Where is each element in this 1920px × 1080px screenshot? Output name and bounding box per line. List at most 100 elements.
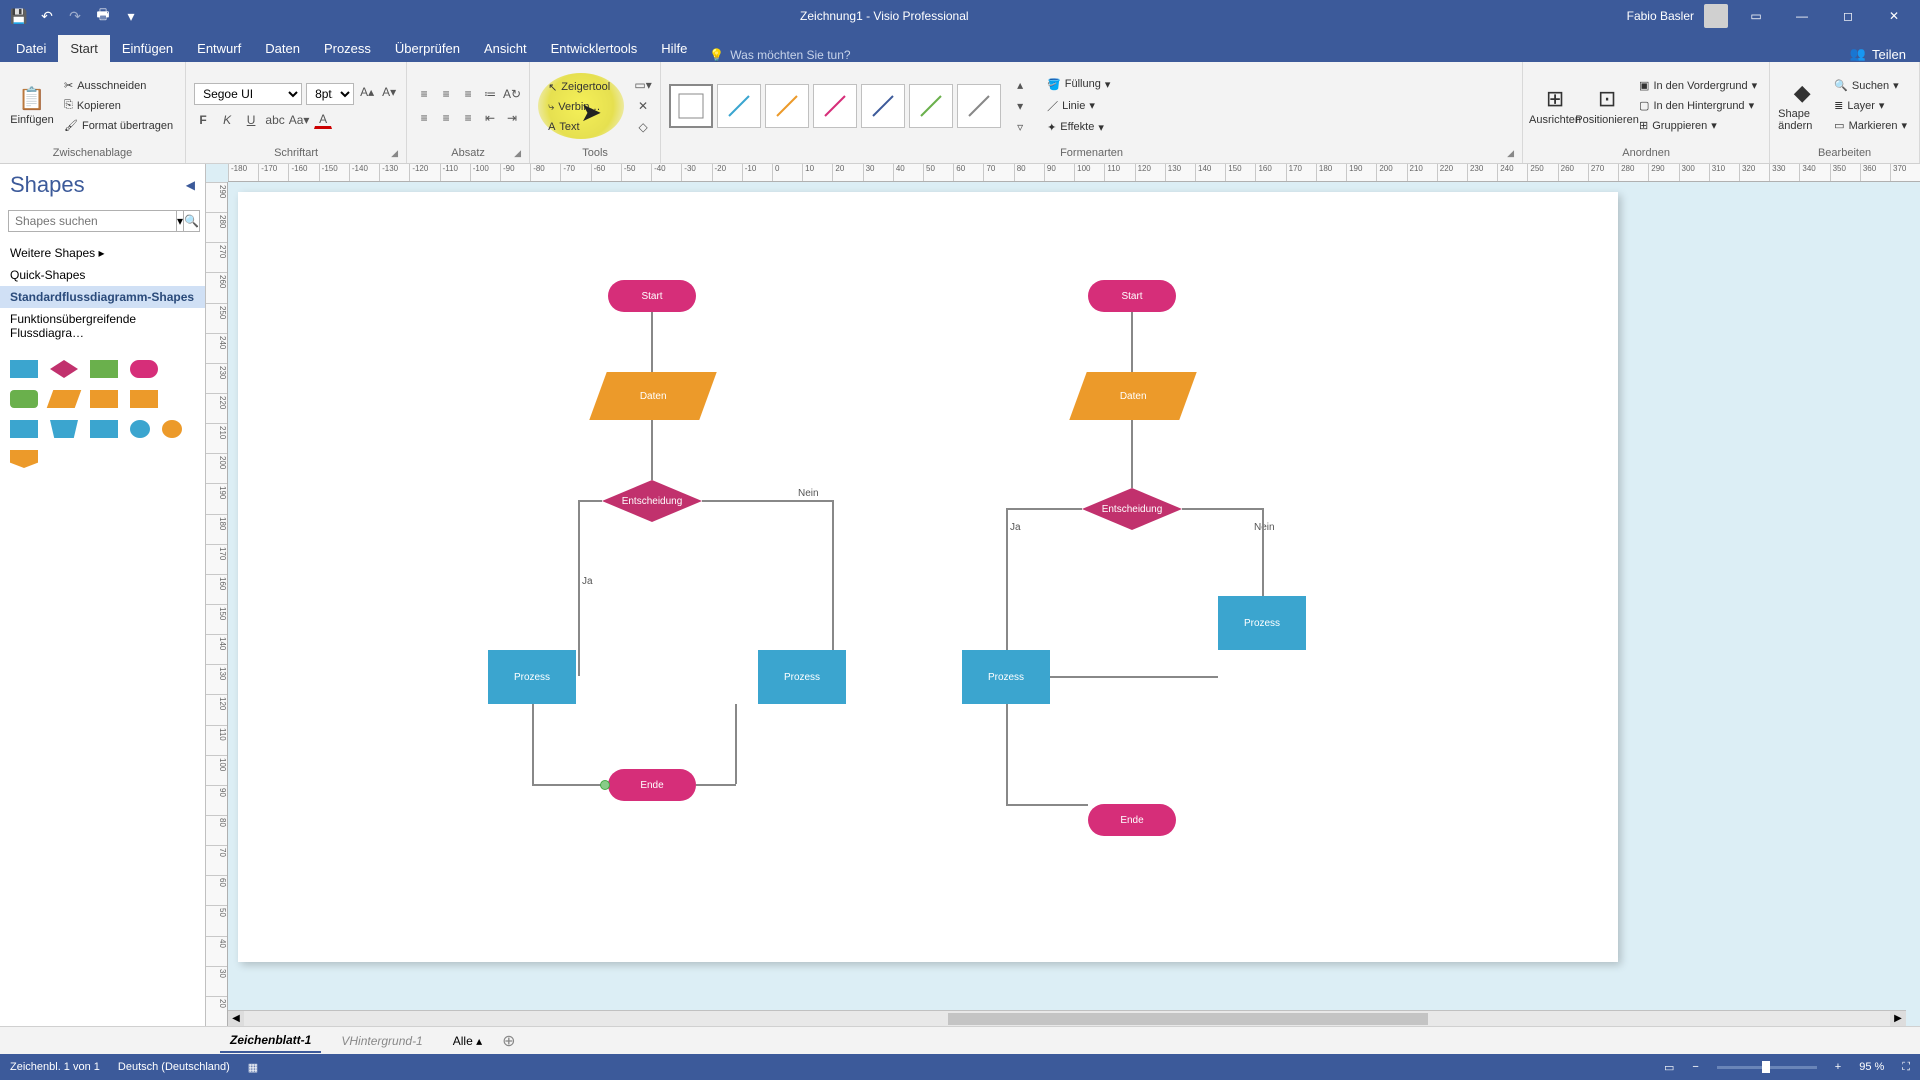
gallery-more-icon[interactable]: ▿	[1011, 118, 1029, 136]
undo-icon[interactable]: ↶	[36, 5, 58, 27]
tab-prozess[interactable]: Prozess	[312, 35, 383, 62]
bullets-icon[interactable]: ≔	[481, 85, 499, 103]
tab-datei[interactable]: Datei	[4, 35, 58, 62]
absatz-dialog-icon[interactable]: ◢	[514, 148, 521, 159]
stencil-decision[interactable]	[50, 360, 78, 378]
search-dropdown-icon[interactable]: ▾	[177, 210, 184, 232]
shape-decision-left[interactable]: Entscheidung	[602, 480, 702, 522]
freeform-tool-icon[interactable]: ◇	[634, 118, 652, 136]
stencil-terminator[interactable]	[130, 360, 158, 378]
stencil-database[interactable]	[90, 390, 118, 408]
font-color-icon[interactable]: A	[314, 111, 332, 129]
align-center-icon[interactable]: ≡	[437, 109, 455, 127]
strike-icon[interactable]: abc	[266, 111, 284, 129]
zoom-level[interactable]: 95 %	[1859, 1061, 1884, 1073]
page-tab-all[interactable]: Alle ▴	[443, 1030, 492, 1052]
find-button[interactable]: 🔍Suchen ▾	[1830, 77, 1911, 94]
select-button[interactable]: ▭Markieren ▾	[1830, 117, 1911, 134]
underline-icon[interactable]: U	[242, 111, 260, 129]
shape-process-left-right[interactable]: Prozess	[962, 650, 1050, 704]
shapes-search-input[interactable]	[8, 210, 177, 232]
case-icon[interactable]: Aa▾	[290, 111, 308, 129]
bring-forward-button[interactable]: ▣In den Vordergrund ▾	[1635, 77, 1761, 94]
presentation-mode-icon[interactable]: ▭	[1664, 1061, 1674, 1074]
align-button[interactable]: ⊞Ausrichten	[1531, 73, 1579, 139]
page-tab-1[interactable]: Zeichenblatt-1	[220, 1029, 321, 1053]
stencil-subprocess[interactable]	[90, 360, 118, 378]
increase-font-icon[interactable]: A▴	[358, 83, 376, 101]
gallery-down-icon[interactable]: ▾	[1011, 97, 1029, 115]
fill-button[interactable]: 🪣Füllung ▾	[1043, 76, 1114, 93]
tab-entwurf[interactable]: Entwurf	[185, 35, 253, 62]
format-painter-button[interactable]: 🖌Format übertragen	[60, 117, 177, 134]
shape-end-right[interactable]: Ende	[1088, 804, 1176, 836]
effects-button[interactable]: ✦Effekte ▾	[1043, 119, 1114, 136]
tab-einfugen[interactable]: Einfügen	[110, 35, 185, 62]
shape-process-top-right[interactable]: Prozess	[1218, 596, 1306, 650]
fit-window-icon[interactable]: ⛶	[1902, 1061, 1910, 1074]
collapse-panel-icon[interactable]: ◀	[186, 178, 195, 192]
close-icon[interactable]: ✕	[1876, 0, 1912, 32]
stencil-onpage[interactable]	[130, 420, 150, 438]
avatar[interactable]	[1704, 4, 1728, 28]
horizontal-scrollbar[interactable]: ◀ ▶	[228, 1010, 1906, 1026]
share-button[interactable]: 👥 Teilen	[1836, 46, 1920, 62]
new-page-icon[interactable]: ⊕	[502, 1031, 515, 1051]
scroll-left-icon[interactable]: ◀	[228, 1011, 244, 1027]
stencil-terminator2[interactable]	[10, 390, 38, 408]
page-tab-bg[interactable]: VHintergrund-1	[331, 1030, 432, 1052]
tab-hilfe[interactable]: Hilfe	[649, 35, 699, 62]
shape-process-right-left[interactable]: Prozess	[758, 650, 846, 704]
more-shapes-item[interactable]: Weitere Shapes ▸	[10, 242, 195, 264]
change-shape-button[interactable]: ◆Shape ändern	[1778, 73, 1826, 139]
stencil-data[interactable]	[47, 390, 82, 408]
align-left-icon[interactable]: ≡	[415, 109, 433, 127]
ribbon-display-icon[interactable]: ▭	[1738, 0, 1774, 32]
tab-daten[interactable]: Daten	[253, 35, 312, 62]
zoom-in-icon[interactable]: +	[1835, 1061, 1841, 1073]
send-backward-button[interactable]: ▢In den Hintergrund ▾	[1635, 97, 1761, 114]
stencil-external[interactable]	[10, 420, 38, 438]
paste-button[interactable]: 📋 Einfügen	[8, 73, 56, 139]
canvas[interactable]: -180-170-160-150-140-130-120-110-100-90-…	[206, 164, 1920, 1026]
position-button[interactable]: ⊡Positionieren	[1583, 73, 1631, 139]
stencil-offpage[interactable]	[162, 420, 182, 438]
cut-button[interactable]: ✂Ausschneiden	[60, 77, 177, 94]
redo-icon[interactable]: ↷	[64, 5, 86, 27]
stencil-manual[interactable]	[50, 420, 78, 438]
font-size-select[interactable]: 8pt.	[306, 83, 354, 105]
language-status[interactable]: Deutsch (Deutschland)	[118, 1061, 230, 1073]
stencil-display[interactable]	[10, 450, 38, 468]
align-right-icon[interactable]: ≡	[459, 109, 477, 127]
minimize-icon[interactable]: —	[1784, 0, 1820, 32]
group-button[interactable]: ⊞Gruppieren ▾	[1635, 117, 1761, 134]
shape-end-left[interactable]: Ende	[608, 769, 696, 801]
gallery-up-icon[interactable]: ▴	[1011, 76, 1029, 94]
decrease-font-icon[interactable]: A▾	[380, 83, 398, 101]
shape-start-right[interactable]: Start	[1088, 280, 1176, 312]
quick-shapes-item[interactable]: Quick-Shapes	[10, 264, 195, 286]
formenarten-dialog-icon[interactable]: ◢	[1507, 148, 1514, 159]
tellme-input[interactable]: Was möchten Sie tun?	[730, 48, 850, 62]
shape-start-left[interactable]: Start	[608, 280, 696, 312]
tab-start[interactable]: Start	[58, 35, 109, 62]
font-dialog-icon[interactable]: ◢	[391, 148, 398, 159]
qat-more-icon[interactable]: ▾	[120, 5, 142, 27]
stencil-process[interactable]	[10, 360, 38, 378]
tab-entwicklertools[interactable]: Entwicklertools	[539, 35, 650, 62]
align-top-icon[interactable]: ≡	[415, 85, 433, 103]
layer-button[interactable]: ≣Layer ▾	[1830, 97, 1911, 114]
indent-inc-icon[interactable]: ⇥	[503, 109, 521, 127]
stencil-document[interactable]	[130, 390, 158, 408]
save-icon[interactable]: 💾	[8, 5, 30, 27]
zoom-out-icon[interactable]: −	[1692, 1061, 1698, 1073]
bold-icon[interactable]: F	[194, 111, 212, 129]
rectangle-tool-icon[interactable]: ▭▾	[634, 76, 652, 94]
indent-dec-icon[interactable]: ⇤	[481, 109, 499, 127]
copy-button[interactable]: ⎘Kopieren	[60, 97, 177, 114]
cross-functional-item[interactable]: Funktionsübergreifende Flussdiagra…	[10, 308, 195, 344]
maximize-icon[interactable]: ◻	[1830, 0, 1866, 32]
orientation-icon[interactable]: A↻	[503, 85, 521, 103]
shape-decision-right[interactable]: Entscheidung	[1082, 488, 1182, 530]
style-gallery[interactable]	[669, 84, 1001, 128]
